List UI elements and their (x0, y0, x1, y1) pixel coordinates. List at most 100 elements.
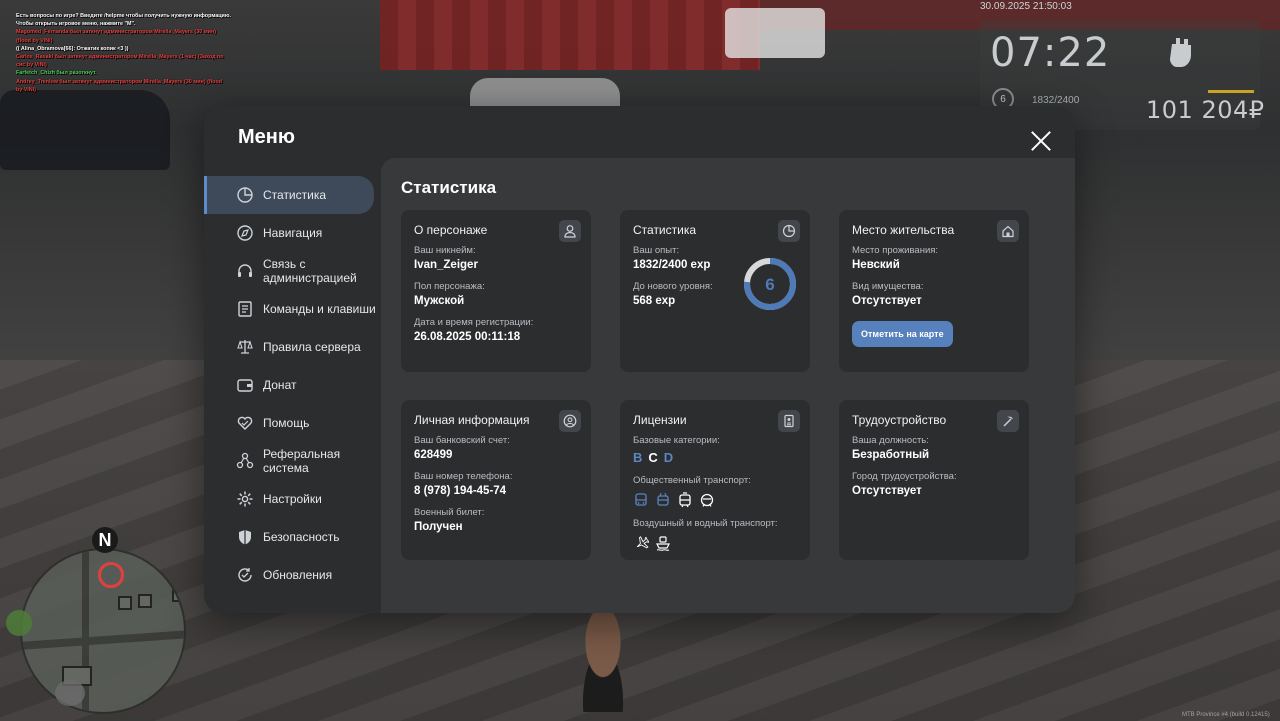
pickaxe-icon (997, 410, 1019, 432)
phone-label: Ваш номер телефона: (414, 471, 513, 482)
trolleybus-icon (657, 492, 669, 506)
card-title: Личная информация (414, 413, 530, 427)
nav-item-statistics[interactable]: Статистика (204, 176, 374, 214)
nav-item-contact-admin[interactable]: Связь с администрацией (204, 252, 380, 290)
minimap-road (22, 630, 184, 650)
card-title: Место жительства (852, 223, 955, 237)
minimap-marker-icon (98, 562, 124, 588)
nav-item-updates[interactable]: Обновления (204, 556, 380, 594)
level-value: 6 (765, 275, 774, 294)
position-value: Безработный (852, 449, 930, 461)
exp-label: Ваш опыт: (633, 245, 680, 256)
nav-item-settings[interactable]: Настройки (204, 480, 380, 518)
pie-chart-icon (237, 187, 253, 203)
character-card: О персонаже Ваш никнейм: Ivan_Zeiger Пол… (401, 210, 591, 372)
background-bus (725, 8, 825, 58)
license-category-b: B (633, 450, 643, 465)
nav-item-navigation[interactable]: Навигация (204, 214, 380, 252)
card-title: Трудоустройство (852, 413, 947, 427)
airplane-icon (636, 536, 649, 549)
registration-label: Дата и время регистрации: (414, 317, 534, 328)
nav-label: Правила сервера (263, 340, 361, 354)
nav-label: Помощь (263, 416, 310, 430)
chat-log: Есть вопросы по игре? Введите /helpme чт… (16, 12, 256, 94)
nav-label: Реферальная система (263, 447, 341, 475)
property-value: Отсутствует (852, 295, 922, 307)
hud-money: 101 204₽ (1146, 96, 1265, 124)
license-category-c: C (648, 450, 658, 465)
minimap-building (172, 590, 184, 602)
nav-label: Обновления (263, 568, 333, 582)
license-category-d: D (663, 450, 674, 465)
hud-clock: 07:22 (990, 30, 1111, 76)
residence-card: Место жительства Место проживания: Невск… (839, 210, 1029, 372)
network-icon (236, 452, 254, 469)
employment-card: Трудоустройство Ваша должность: Безработ… (839, 400, 1029, 560)
background-building (380, 0, 760, 70)
chat-line: Farfetch_Chizh был разоткнут. (16, 70, 97, 77)
menu-title: Меню (238, 126, 295, 148)
chat-line: (( Alina_Obramova[66]: Отжатик копик <3 … (16, 45, 129, 52)
house-icon (997, 220, 1019, 242)
heart-hands-icon (237, 416, 253, 430)
bank-account-value: 628499 (414, 449, 453, 461)
hud-health-bar (1208, 90, 1254, 93)
hud-datetime: 30.09.2025 21:50:03 (980, 1, 1072, 12)
menu-modal: Меню Статистика Навигация Связь с админи… (204, 106, 1075, 613)
close-button[interactable] (1028, 128, 1054, 154)
bank-account-label: Ваш банковский счет: (414, 435, 510, 446)
minimap-building (118, 596, 132, 610)
nav-item-commands[interactable]: Команды и клавиши (204, 290, 380, 328)
nav-item-donate[interactable]: Донат (204, 366, 380, 404)
player-character (568, 612, 638, 712)
nickname-label: Ваш никнейм: (414, 245, 476, 256)
section-title: Статистика (401, 178, 497, 197)
base-categories-label: Базовые категории: (633, 435, 720, 446)
phone-value: 8 (978) 194-45-74 (414, 485, 507, 497)
nav-label: Настройки (263, 492, 322, 506)
minimap-north-icon: N (92, 527, 118, 553)
chat-line: by ViNi) (16, 86, 36, 93)
card-title: О персонаже (414, 223, 488, 237)
air-water-transport-label: Воздушный и водный транспорт: (633, 518, 778, 529)
headset-icon (238, 264, 252, 277)
air-water-transport-icons (633, 535, 797, 551)
nav-item-security[interactable]: Безопасность (204, 518, 380, 556)
chat-line: Carlos_Rasaki был заткнут администраторо… (16, 54, 224, 61)
ship-icon (656, 536, 670, 551)
chat-line: Чтобы открыть игровое меню, нажмите "M". (16, 21, 136, 28)
build-info: MTB Province #4 (build 0.12415) (1182, 712, 1270, 718)
metro-icon (700, 493, 714, 507)
nav-item-help[interactable]: Помощь (204, 404, 380, 442)
refresh-check-icon (238, 568, 252, 582)
gear-icon (237, 491, 253, 507)
public-transport-label: Общественный транспорт: (633, 475, 751, 486)
work-city-label: Город трудоустройства: (852, 471, 957, 482)
gender-label: Пол персонажа: (414, 281, 485, 292)
nav-item-referral[interactable]: Реферальная система (204, 442, 380, 480)
minimap-building (138, 594, 152, 608)
nav-label: Донат (263, 378, 297, 392)
military-id-label: Военный билет: (414, 507, 485, 518)
wallet-icon (237, 379, 253, 392)
nickname-value: Ivan_Zeiger (414, 259, 478, 271)
nav-item-rules[interactable]: Правила сервера (204, 328, 380, 366)
chat-line: сис by ViNi) (16, 62, 47, 69)
nav-label: Команды и клавиши (263, 302, 376, 316)
pie-chart-icon (778, 220, 800, 242)
card-title: Статистика (633, 223, 697, 237)
user-icon (559, 220, 581, 242)
residence-value: Невский (852, 259, 900, 271)
residence-label: Место проживания: (852, 245, 939, 256)
mark-on-map-button[interactable]: Отметить на карте (852, 321, 953, 347)
public-transport-icons (633, 492, 797, 508)
tram-icon (679, 492, 691, 508)
truck-icon (55, 680, 85, 706)
background-car (0, 90, 170, 170)
chat-line: Magomed_Fernanda был заткнут администрат… (16, 29, 217, 36)
nav-label: Статистика (263, 188, 327, 202)
property-label: Вид имущества: (852, 281, 924, 292)
hud-exp: 1832/2400 (1032, 95, 1080, 106)
menu-sidebar: Статистика Навигация Связь с администрац… (204, 176, 380, 594)
work-city-value: Отсутствует (852, 485, 922, 497)
